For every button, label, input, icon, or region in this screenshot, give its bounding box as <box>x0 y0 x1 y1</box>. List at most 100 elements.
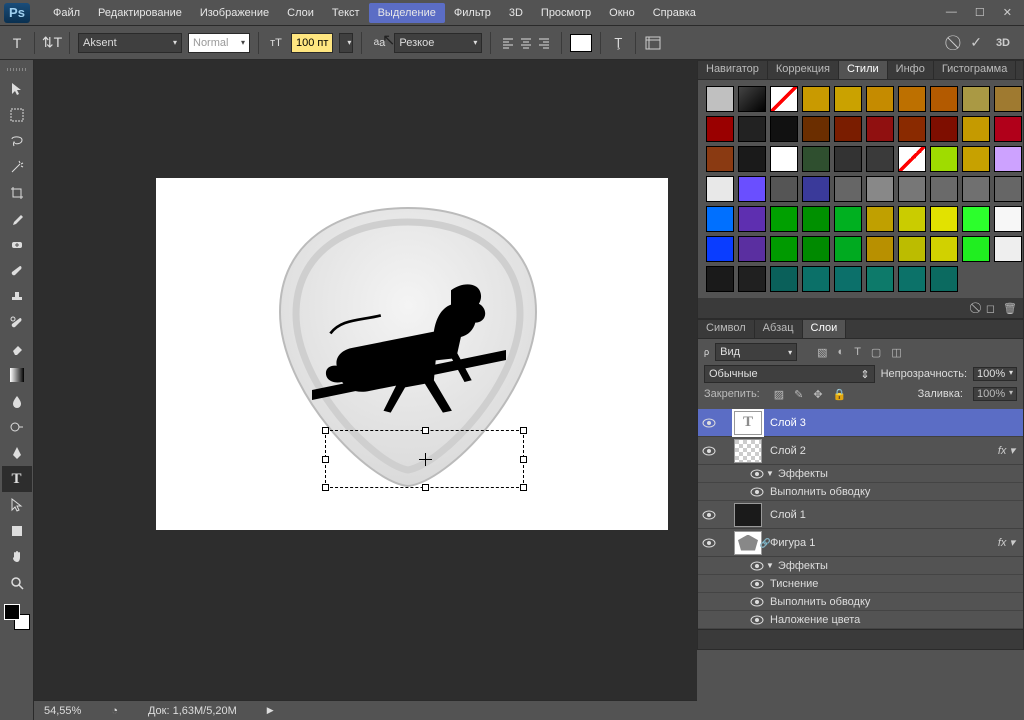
style-swatch[interactable] <box>706 266 734 292</box>
fx-badge[interactable]: fx ▾ <box>998 444 1019 457</box>
eraser-tool[interactable] <box>2 336 32 362</box>
style-swatch[interactable] <box>930 266 958 292</box>
effect-row[interactable]: Наложение цвета <box>698 611 1023 629</box>
style-swatch[interactable] <box>770 146 798 172</box>
status-icon[interactable]: ◔ <box>111 705 118 717</box>
commit-button[interactable]: ✓ <box>970 34 982 51</box>
style-swatch[interactable] <box>834 86 862 112</box>
style-swatch[interactable] <box>930 116 958 142</box>
lock-pos-icon[interactable]: ✥ <box>813 388 822 401</box>
tab-абзац[interactable]: Абзац <box>755 320 803 338</box>
style-swatch[interactable] <box>738 146 766 172</box>
style-swatch[interactable] <box>738 206 766 232</box>
brush-tool[interactable] <box>2 258 32 284</box>
delete-style-icon[interactable]: 🗑 <box>1003 302 1017 315</box>
style-swatch[interactable] <box>866 236 894 262</box>
style-swatch[interactable] <box>866 206 894 232</box>
menu-окно[interactable]: Окно <box>600 3 644 23</box>
style-swatch[interactable] <box>770 206 798 232</box>
style-swatch[interactable] <box>802 236 830 262</box>
kind-filter-combo[interactable]: Вид▾ <box>715 343 797 361</box>
visibility-toggle[interactable] <box>698 446 720 456</box>
layer-row[interactable]: Слой 1 <box>698 501 1023 529</box>
new-style-icon[interactable]: ◻ <box>986 302 995 315</box>
style-swatch[interactable] <box>834 116 862 142</box>
style-swatch[interactable] <box>834 176 862 202</box>
style-swatch[interactable] <box>738 116 766 142</box>
layer-row[interactable]: TСлой 3 <box>698 409 1023 437</box>
lock-paint-icon[interactable]: ✎ <box>794 388 803 401</box>
blur-tool[interactable] <box>2 388 32 414</box>
align-left-button[interactable] <box>499 34 517 52</box>
style-swatch[interactable] <box>802 206 830 232</box>
style-swatch[interactable] <box>930 236 958 262</box>
style-swatch[interactable] <box>834 266 862 292</box>
3d-button[interactable]: 3D <box>996 37 1010 49</box>
style-swatch[interactable] <box>706 86 734 112</box>
tab-стили[interactable]: Стили <box>839 61 888 79</box>
filter-type-icon[interactable]: T <box>854 346 861 359</box>
style-swatch[interactable] <box>802 116 830 142</box>
style-swatch[interactable] <box>962 146 990 172</box>
marquee-tool[interactable] <box>2 102 32 128</box>
effect-row[interactable]: Тиснение <box>698 575 1023 593</box>
menu-просмотр[interactable]: Просмотр <box>532 3 600 23</box>
style-swatch[interactable] <box>898 116 926 142</box>
tab-коррекция[interactable]: Коррекция <box>768 61 839 79</box>
color-swatches[interactable] <box>2 602 32 632</box>
wand-tool[interactable] <box>2 154 32 180</box>
visibility-toggle[interactable] <box>698 538 720 548</box>
visibility-toggle[interactable] <box>698 510 720 520</box>
style-swatch[interactable] <box>866 86 894 112</box>
filter-shape-icon[interactable]: ▢ <box>871 346 881 359</box>
move-tool[interactable] <box>2 76 32 102</box>
menu-редактирование[interactable]: Редактирование <box>89 3 191 23</box>
style-swatch[interactable] <box>994 86 1022 112</box>
style-swatch[interactable] <box>738 266 766 292</box>
effect-row[interactable]: ▼Эффекты <box>698 557 1023 575</box>
style-swatch[interactable] <box>994 176 1022 202</box>
lock-all-icon[interactable]: 🔒 <box>833 388 847 401</box>
healing-tool[interactable] <box>2 232 32 258</box>
tab-инфо[interactable]: Инфо <box>888 61 934 79</box>
menu-3d[interactable]: 3D <box>500 3 532 23</box>
filter-pixel-icon[interactable]: ▧ <box>817 346 827 359</box>
history-brush-tool[interactable] <box>2 310 32 336</box>
style-swatch[interactable] <box>994 146 1022 172</box>
fill-input[interactable]: 100%▾ <box>973 387 1017 401</box>
opacity-input[interactable]: 100%▾ <box>973 367 1017 381</box>
style-swatch[interactable] <box>738 86 766 112</box>
filter-adjust-icon[interactable]: ◐ <box>838 346 845 359</box>
style-swatch[interactable] <box>994 236 1022 262</box>
effect-row[interactable]: ▼Эффекты <box>698 465 1023 483</box>
close-button[interactable]: ✕ <box>1003 6 1012 19</box>
tab-слои[interactable]: Слои <box>803 320 847 338</box>
style-swatch[interactable] <box>994 116 1022 142</box>
eyedropper-tool[interactable] <box>2 206 32 232</box>
zoom-tool[interactable] <box>2 570 32 596</box>
style-swatch[interactable] <box>866 176 894 202</box>
visibility-toggle[interactable] <box>698 418 720 428</box>
style-swatch[interactable] <box>866 146 894 172</box>
effect-visibility[interactable] <box>748 469 766 479</box>
style-swatch[interactable] <box>706 176 734 202</box>
style-swatch[interactable] <box>802 86 830 112</box>
effect-row[interactable]: Выполнить обводку <box>698 483 1023 501</box>
style-swatch[interactable] <box>738 176 766 202</box>
style-swatch[interactable] <box>994 206 1022 232</box>
stamp-tool[interactable] <box>2 284 32 310</box>
style-swatch[interactable] <box>834 206 862 232</box>
style-swatch[interactable] <box>962 236 990 262</box>
font-family-combo[interactable]: Aksent▾ <box>78 33 182 53</box>
effect-visibility[interactable] <box>748 597 766 607</box>
style-swatch[interactable] <box>706 116 734 142</box>
style-swatch[interactable] <box>770 116 798 142</box>
menu-файл[interactable]: Файл <box>44 3 89 23</box>
style-swatch[interactable] <box>898 206 926 232</box>
gradient-tool[interactable] <box>2 362 32 388</box>
style-swatch[interactable] <box>770 176 798 202</box>
menu-справка[interactable]: Справка <box>644 3 705 23</box>
lasso-tool[interactable] <box>2 128 32 154</box>
effect-visibility[interactable] <box>748 579 766 589</box>
type-tool[interactable]: T <box>2 466 32 492</box>
